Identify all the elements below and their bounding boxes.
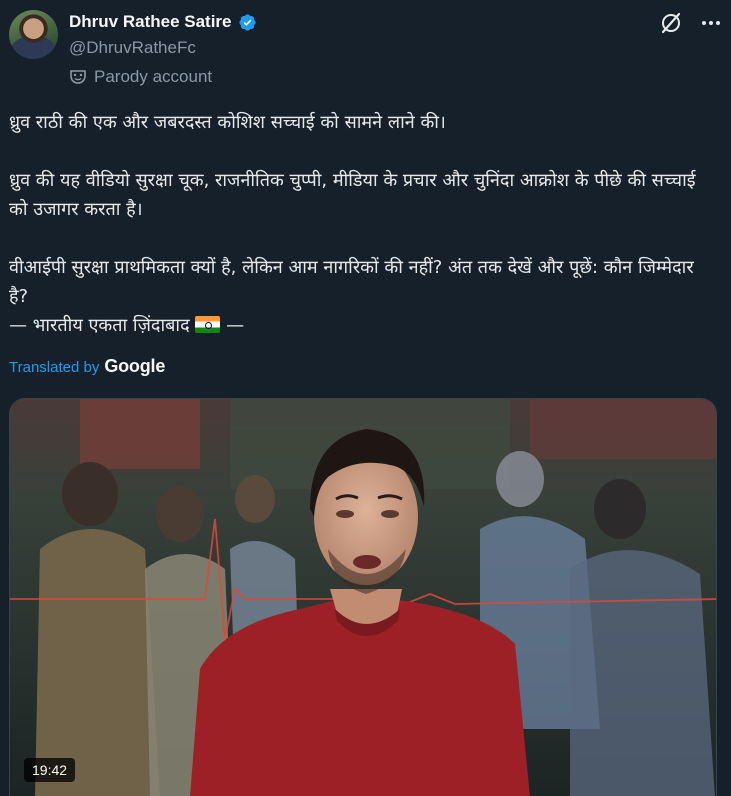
translation-attribution[interactable]: Translated by Google	[9, 356, 165, 377]
closing-dash: —	[226, 315, 245, 336]
tweet-closing-line: — भारतीय एकता ज़िंदाबाद —	[9, 315, 244, 336]
verified-badge-icon[interactable]	[238, 13, 257, 32]
google-logo: Google	[104, 356, 166, 376]
avatar[interactable]	[9, 10, 58, 59]
parody-account-label: Parody account	[94, 67, 213, 86]
tweet-paragraph: वीआईपी सुरक्षा प्राथमिकता क्यों है, लेकि…	[9, 253, 717, 340]
video-player[interactable]: 19:42	[9, 398, 717, 796]
video-duration-badge: 19:42	[24, 758, 76, 782]
tweet: Dhruv Rathee Satire @DhruvRatheFc Parody…	[0, 0, 731, 796]
india-flag-icon	[195, 316, 221, 333]
grok-icon[interactable]	[658, 10, 684, 36]
author-handle[interactable]: @DhruvRatheFc	[69, 38, 196, 58]
more-options-icon[interactable]	[698, 10, 724, 36]
tweet-paragraph-text: वीआईपी सुरक्षा प्राथमिकता क्यों है, लेकि…	[9, 257, 694, 307]
tweet-paragraph: ध्रुव राठी की एक और जबरदस्त कोशिश सच्चाई…	[9, 112, 446, 133]
author-name-row: Dhruv Rathee Satire	[69, 12, 257, 32]
parody-mask-icon	[69, 68, 87, 86]
tweet-paragraph: ध्रुव की यह वीडियो सुरक्षा चूक, राजनीतिक…	[9, 170, 696, 220]
parody-label-row: Parody account	[69, 67, 212, 87]
translated-by-label[interactable]: Translated by	[9, 359, 99, 376]
author-display-name[interactable]: Dhruv Rathee Satire	[69, 12, 232, 32]
closing-text: — भारतीय एकता ज़िंदाबाद	[9, 315, 190, 336]
tweet-text: ध्रुव राठी की एक और जबरदस्त कोशिश सच्चाई…	[9, 108, 717, 340]
video-thumbnail	[10, 399, 716, 796]
